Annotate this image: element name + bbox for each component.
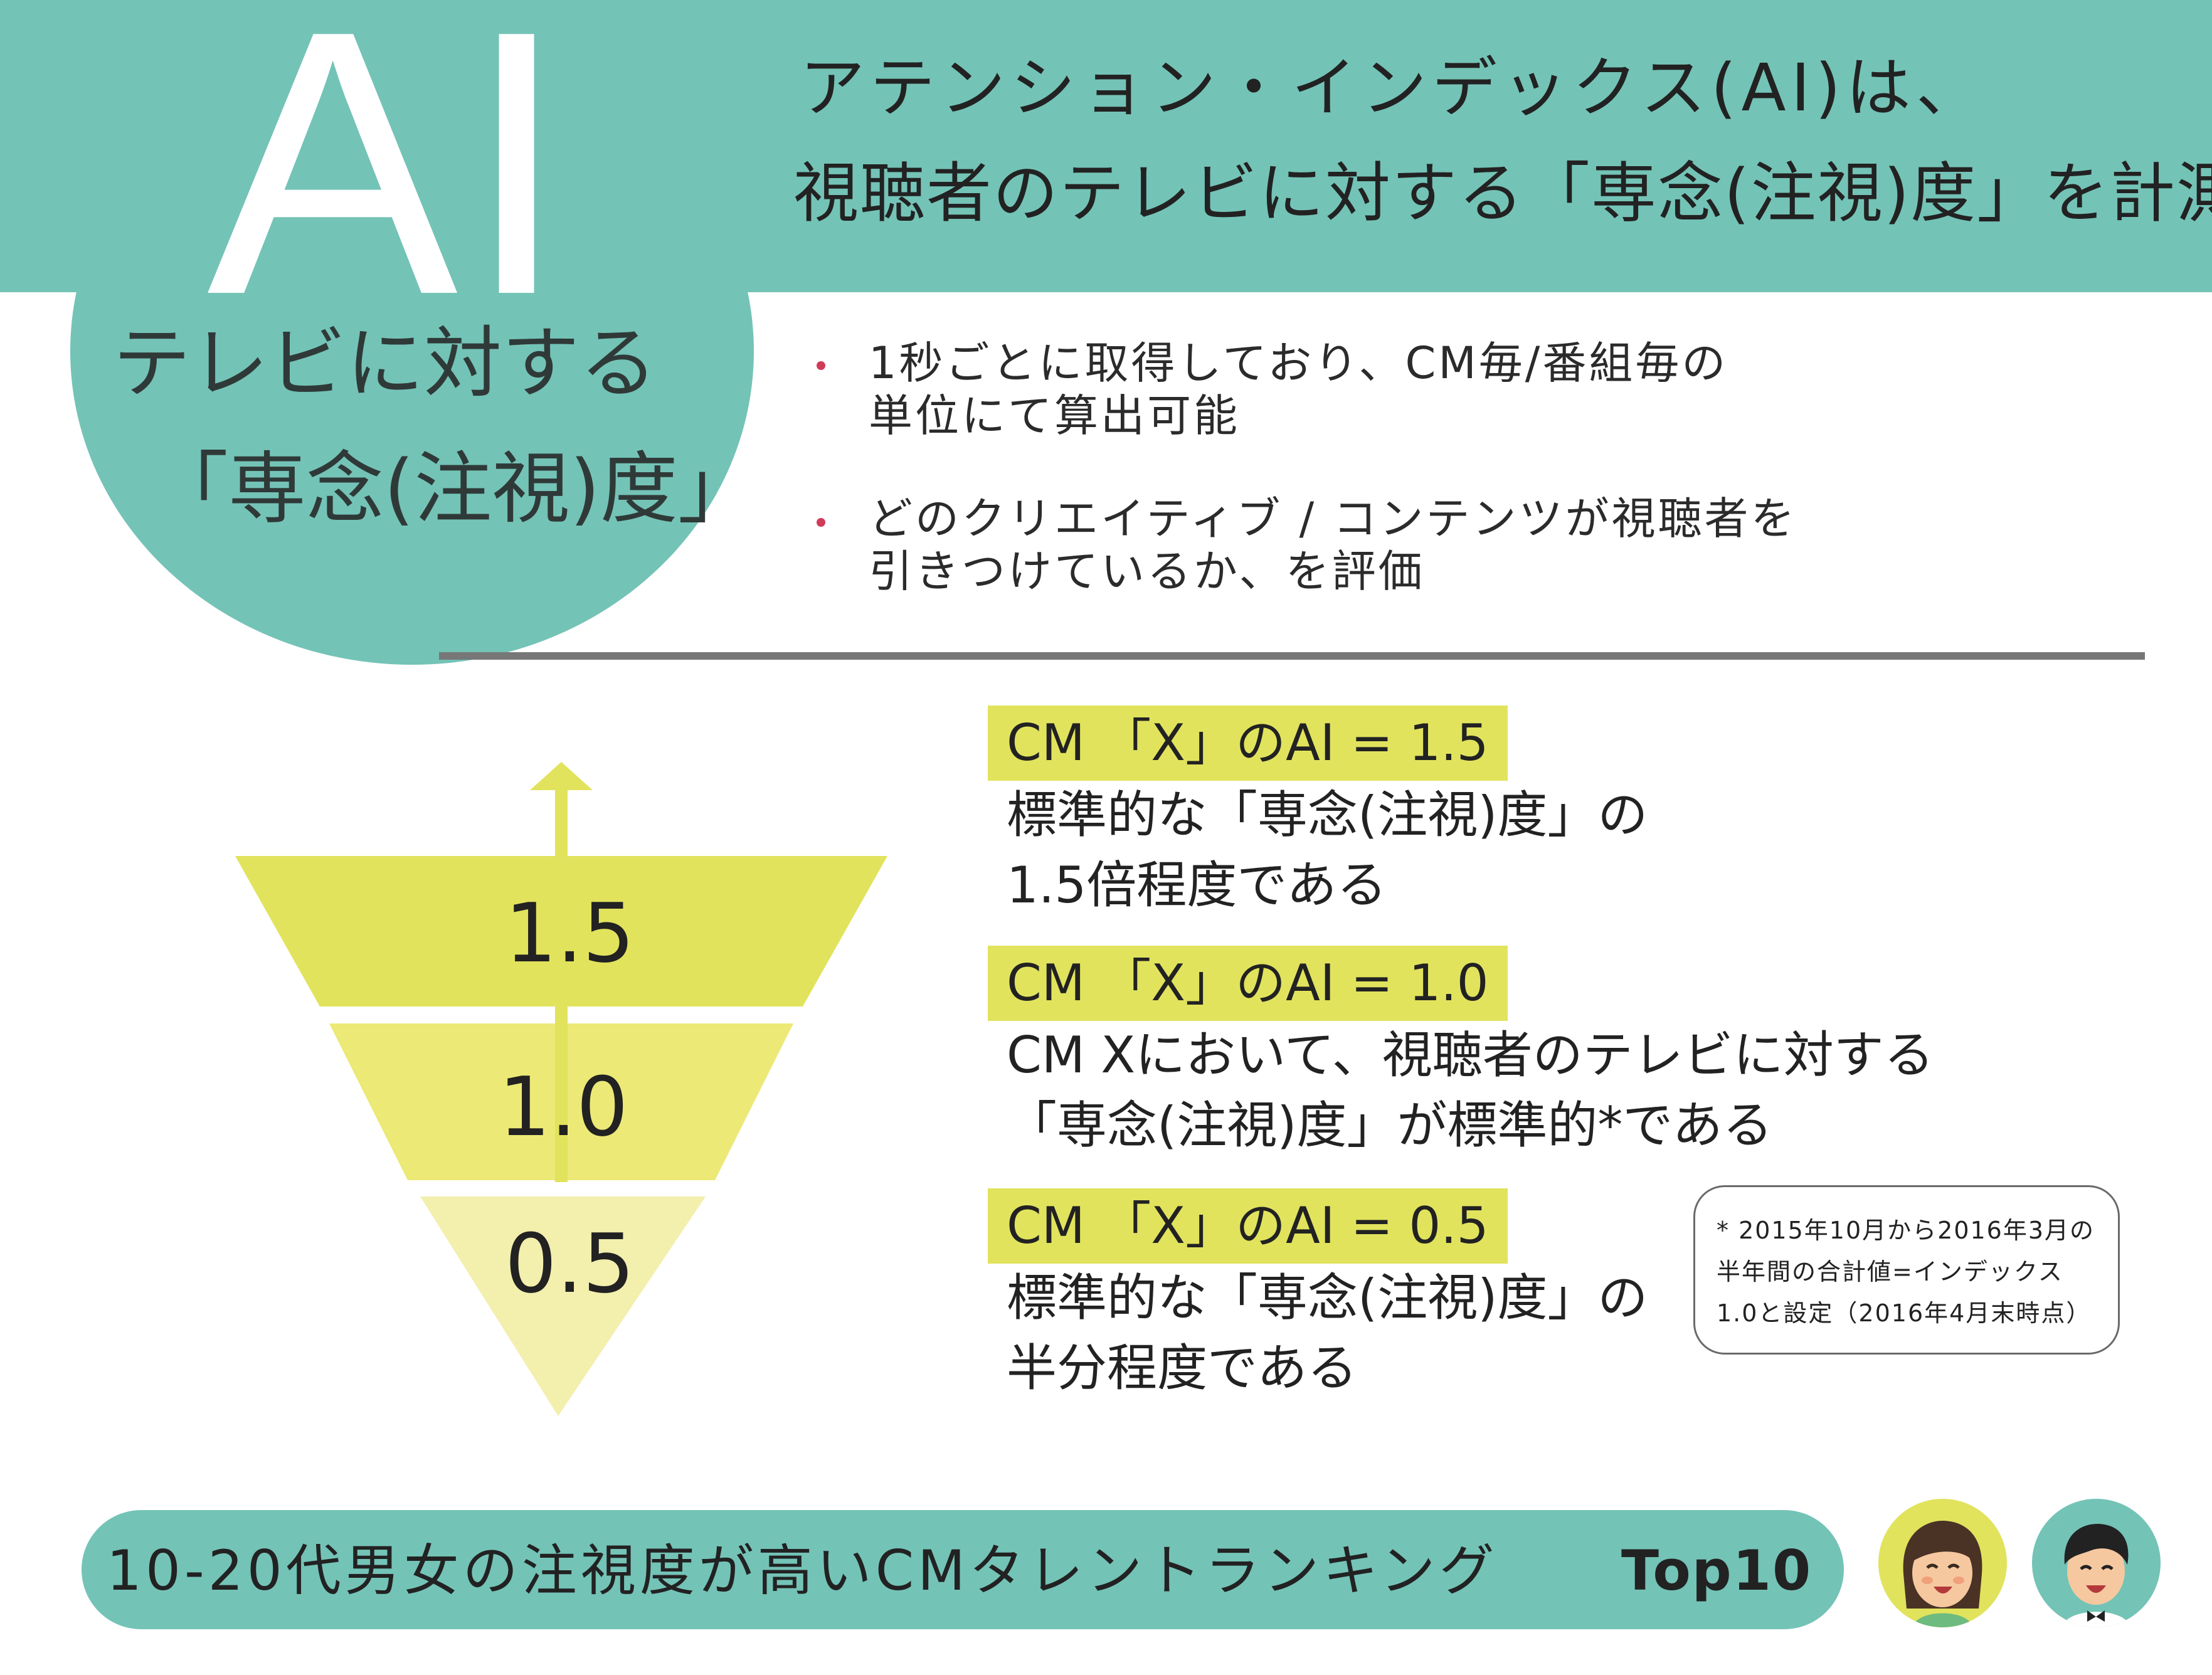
male-avatar-icon bbox=[2032, 1499, 2161, 1627]
section-divider bbox=[439, 652, 2145, 660]
explanation-heading-3: CM 「X」のAI = 0.5 bbox=[988, 1188, 1508, 1264]
tier-value-high: 1.5 bbox=[505, 885, 635, 981]
explanation-body-1-line2: 1.5倍程度である bbox=[1007, 856, 1387, 914]
header-title-line2: 視聴者のテレビに対する「専念(注視)度」を計測 bbox=[793, 155, 2212, 231]
bullet-dot bbox=[817, 518, 825, 527]
bullet-2-line2: 引きつけているか、を評価 bbox=[869, 546, 1425, 597]
footnote-line3: 1.0と設定（2016年4月末時点） bbox=[1717, 1299, 2092, 1327]
bullet-dot bbox=[817, 361, 825, 370]
footer-top10-label: Top10 bbox=[1621, 1538, 1812, 1603]
explanation-body-2-line2: 「専念(注視)度」が標準的*である bbox=[1007, 1096, 1773, 1155]
explanation-body-3-line1: 標準的な「専念(注視)度」の bbox=[1007, 1269, 1648, 1327]
footnote-line2: 半年間の合計値=インデックス bbox=[1717, 1258, 2063, 1286]
female-avatar-icon bbox=[1878, 1499, 2007, 1627]
arrow-head bbox=[530, 762, 593, 790]
bullet-1-line1: 1秒ごとに取得しており、CM毎/番組毎の bbox=[869, 337, 1728, 389]
explanation-heading-2: CM 「X」のAI = 1.0 bbox=[988, 946, 1508, 1021]
footnote-line1: * 2015年10月から2016年3月の bbox=[1717, 1217, 2095, 1244]
footer-ranking-title: 10-20代男女の注視度が高いCMタレントランキング bbox=[107, 1538, 1498, 1603]
tier-value-low: 0.5 bbox=[505, 1216, 635, 1311]
circle-caption-line1: テレビに対する bbox=[113, 319, 658, 409]
bullet-2-line1: どのクリエイティブ / コンテンツが視聴者を bbox=[869, 493, 1797, 544]
circle-caption-line2: 「専念(注視)度」 bbox=[151, 444, 756, 534]
explanation-body-2-line1: CM Xにおいて、視聴者のテレビに対する bbox=[1007, 1026, 1934, 1084]
explanation-heading-1: CM 「X」のAI = 1.5 bbox=[988, 705, 1508, 781]
explanation-body-1-line1: 標準的な「専念(注視)度」の bbox=[1007, 786, 1648, 844]
explanation-body-3-line2: 半分程度である bbox=[1007, 1339, 1358, 1397]
header-title-line1: アテンション・インデックス(AI)は、 bbox=[800, 50, 1986, 126]
footnote-box: * 2015年10月から2016年3月の 半年間の合計値=インデックス 1.0と… bbox=[1693, 1185, 2120, 1355]
bullet-1-line2: 単位にて算出可能 bbox=[869, 390, 1240, 441]
tier-value-mid: 1.0 bbox=[499, 1059, 628, 1155]
ai-logo: AI bbox=[207, 0, 575, 373]
